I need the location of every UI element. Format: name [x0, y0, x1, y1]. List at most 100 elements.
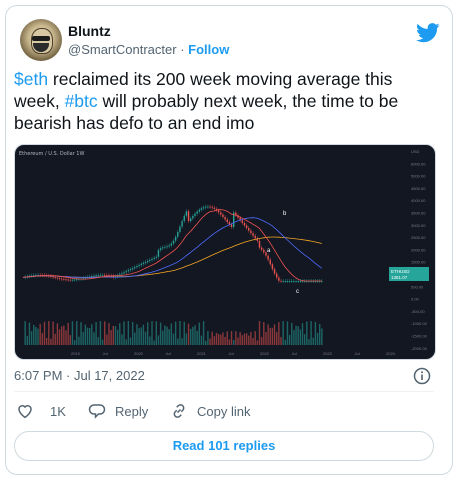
chart-volume-bar: [33, 325, 35, 345]
chart-y-tick: 0.00: [411, 297, 420, 302]
chart-volume-bar: [282, 321, 284, 345]
chart-volume-bar: [110, 329, 112, 345]
chart-ma-long-line: [22, 236, 322, 278]
follow-button[interactable]: Follow: [188, 42, 229, 57]
chart-volume-bar: [273, 324, 276, 345]
chart-candle: [260, 247, 263, 250]
author-handle[interactable]: @SmartContracter: [68, 42, 177, 57]
twitter-bird-icon[interactable]: [416, 23, 440, 43]
chart-volume-bar: [56, 323, 59, 345]
chart-candle: [97, 275, 99, 276]
chart-volume-bar: [157, 335, 160, 345]
chart-x-tick: Jul: [229, 351, 234, 356]
chart-volume-bar: [288, 334, 291, 345]
chart-candle: [121, 273, 123, 275]
chart-volume-bar: [254, 331, 256, 345]
chart-candle: [140, 264, 142, 266]
author-handle-row: @SmartContracter · Follow: [68, 42, 229, 57]
heart-icon: [18, 405, 32, 419]
chart-volume-bar: [260, 336, 263, 345]
chart-volume-bars: [24, 321, 323, 345]
chart-candle: [93, 275, 95, 277]
chart-y-tick: 3500.00: [411, 211, 426, 216]
avatar[interactable]: [20, 19, 62, 61]
chart-candle: [269, 259, 271, 265]
hashtag-link[interactable]: #btc: [65, 91, 98, 111]
chart-candle: [252, 233, 254, 236]
chart-volume-bar: [159, 322, 162, 345]
chart-volume-bar: [82, 331, 84, 345]
chart-y-tick: 5000.00: [411, 174, 426, 179]
chart-volume-bar: [217, 334, 220, 345]
chart-volume-bar: [258, 321, 261, 345]
chart-volume-bar: [101, 339, 104, 345]
chart-volume-bar: [293, 330, 295, 345]
chart-x-tick: Jul: [292, 351, 297, 356]
chart-volume-bar: [233, 340, 235, 345]
chart-candle: [134, 267, 136, 269]
read-replies-button[interactable]: Read 101 replies: [14, 431, 434, 461]
chart-candle: [123, 272, 125, 274]
chart-candle: [155, 256, 157, 258]
chart-candle: [241, 220, 243, 223]
chart-volume-bar: [168, 329, 170, 345]
cashtag-link[interactable]: $eth: [14, 69, 48, 89]
chart-y-tick: -1500.00: [411, 334, 428, 339]
chart-candle: [153, 257, 155, 259]
copy-link-button[interactable]: Copy link: [170, 402, 250, 420]
chart-volume-bar: [263, 322, 265, 345]
chart-volume-bar: [39, 323, 41, 345]
chart-candle: [286, 281, 289, 282]
info-icon[interactable]: [413, 367, 431, 385]
author-name[interactable]: Bluntz: [68, 23, 111, 39]
chart-candle: [276, 273, 278, 278]
chart-volume-bar: [30, 331, 33, 345]
chart-volume-bar: [174, 321, 177, 345]
chart-candle: [291, 281, 293, 282]
chart-candle: [250, 230, 252, 234]
avatar-sunglasses: [32, 36, 50, 41]
chart-image[interactable]: Ethereum / U.S. Dollar 1W USD 6000.00 5000…: [14, 144, 436, 360]
chart-volume-bar: [224, 336, 226, 345]
chart-volume-bar: [138, 328, 140, 345]
chart-volume-bar: [164, 325, 166, 345]
chart-volume-bar: [295, 325, 297, 345]
chart-header: Ethereum / U.S. Dollar 1W: [19, 151, 84, 157]
tweet-timestamp[interactable]: 6:07 PM · Jul 17, 2022: [14, 368, 145, 383]
chart-candle: [151, 258, 153, 260]
chart-volume-bar: [314, 321, 317, 345]
reply-button[interactable]: Reply: [88, 402, 148, 420]
chart-volume-bar: [116, 329, 119, 345]
chart-candle: [69, 279, 71, 281]
like-button[interactable]: 1K: [16, 402, 66, 420]
chart-volume-bar: [106, 334, 108, 345]
chart-volume-bar: [65, 330, 67, 345]
chart-volume-bar: [43, 321, 46, 345]
chart-volume-bar: [243, 333, 246, 345]
chart-candle: [293, 281, 295, 282]
chart-volume-bar: [291, 322, 293, 345]
chart-wave-label-c: c: [296, 289, 299, 295]
chart-volume-bar: [286, 321, 289, 345]
chart-volume-bar: [187, 323, 190, 345]
chart-volume-bar: [198, 322, 200, 345]
chart-volume-bar: [183, 321, 185, 345]
chart-volume-bar: [222, 332, 224, 345]
chart-volume-bar: [45, 338, 48, 345]
chart-y-tick: 2500.00: [411, 235, 426, 240]
chart-volume-bar: [149, 336, 151, 345]
chart-volume-bar: [319, 323, 321, 345]
chart-candle: [54, 277, 56, 278]
chart-candle: [267, 255, 269, 260]
chart-volume-bar: [131, 321, 134, 345]
chart-candle: [159, 248, 162, 251]
chart-volume-bar: [172, 333, 175, 345]
chart-candle: [142, 263, 145, 265]
chart-volume-bar: [58, 329, 61, 345]
chart-volume-bar: [200, 335, 203, 345]
chart-ma-mid-line: [22, 217, 323, 278]
chart-volume-bar: [24, 321, 26, 345]
chart-volume-bar: [220, 334, 222, 345]
chart-candle: [271, 264, 274, 270]
chart-volume-bar: [71, 321, 74, 345]
